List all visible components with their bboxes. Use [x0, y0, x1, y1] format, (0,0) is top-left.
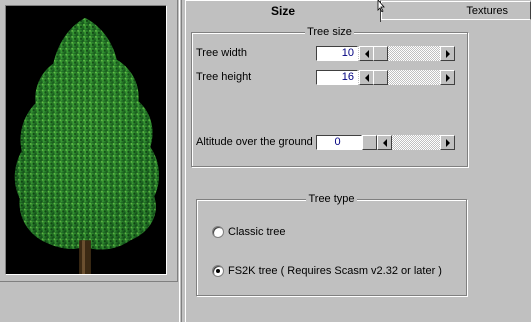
preview-panel: [0, 0, 178, 282]
tree-width-scrollbar[interactable]: [358, 46, 455, 61]
fs2k-tree-radio[interactable]: FS2K tree ( Requires Scasm v2.32 or late…: [212, 265, 442, 277]
altitude-label: Altitude over the ground: [196, 136, 313, 148]
tree-size-title: Tree size: [305, 26, 354, 38]
altitude-scrollbar[interactable]: [362, 135, 455, 150]
tree-height-field[interactable]: 16: [316, 70, 358, 85]
tree-height-scrollbar[interactable]: [358, 70, 455, 85]
arrow-left-icon: [364, 50, 369, 58]
tree-width-field[interactable]: 10: [316, 46, 358, 61]
tab-textures[interactable]: Textures: [381, 1, 531, 20]
classic-tree-label: Classic tree: [228, 226, 286, 238]
tree-type-group: Tree type: [196, 193, 467, 296]
radio-unchecked-icon[interactable]: [212, 226, 224, 238]
mouse-cursor-icon: [377, 0, 385, 12]
arrow-left-icon: [364, 74, 369, 82]
fs2k-tree-label: FS2K tree ( Requires Scasm v2.32 or late…: [228, 265, 442, 277]
radio-checked-icon[interactable]: [212, 265, 224, 277]
tree-height-label: Tree height: [196, 71, 252, 83]
altitude-increase-button[interactable]: [440, 135, 455, 150]
tree-height-increase-button[interactable]: [440, 70, 455, 85]
tree-width-decrease-button[interactable]: [359, 46, 374, 61]
classic-tree-radio[interactable]: Classic tree: [212, 226, 285, 238]
arrow-left-icon: [382, 139, 387, 147]
tree-preview-image: [5, 5, 167, 275]
arrow-right-icon: [445, 139, 450, 147]
arrow-right-icon: [445, 50, 450, 58]
altitude-decrease-button[interactable]: [377, 135, 392, 150]
tree-width-increase-button[interactable]: [440, 46, 455, 61]
tree-type-title: Tree type: [306, 193, 357, 205]
arrow-right-icon: [445, 74, 450, 82]
altitude-field[interactable]: 0: [316, 135, 362, 150]
panel-splitter[interactable]: [179, 0, 182, 322]
tree-height-thumb[interactable]: [373, 70, 388, 85]
tree-width-label: Tree width: [196, 47, 247, 59]
tree-height-decrease-button[interactable]: [359, 70, 374, 85]
tab-size[interactable]: Size: [185, 0, 381, 22]
altitude-thumb[interactable]: [362, 135, 377, 150]
tree-icon: [6, 6, 166, 274]
tree-width-thumb[interactable]: [373, 46, 388, 61]
